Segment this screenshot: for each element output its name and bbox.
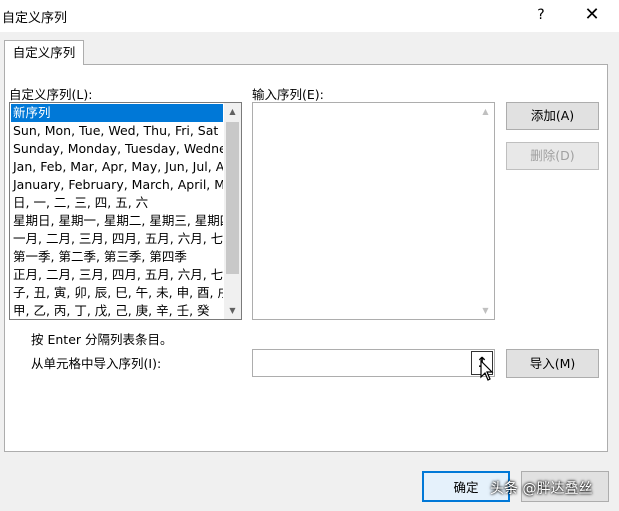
window-title: 自定义序列	[2, 11, 68, 26]
scroll-thumb[interactable]	[226, 122, 239, 274]
delete-button[interactable]: 删除(D)	[506, 142, 599, 170]
list-item[interactable]: 第一季, 第二季, 第三季, 第四季	[11, 248, 223, 266]
list-item[interactable]: 正月, 二月, 三月, 四月, 五月, 六月, 七月	[11, 266, 223, 284]
close-button[interactable]: ✕	[578, 3, 606, 27]
watermark-text: 头条 @胖达叠丝	[490, 481, 593, 497]
list-item[interactable]: January, February, March, April, May	[11, 176, 223, 194]
scroll-down-arrow-icon[interactable]: ▼	[477, 302, 494, 319]
custom-list-box[interactable]: 新序列 Sun, Mon, Tue, Wed, Thu, Fri, Sat Sund…	[9, 102, 242, 320]
scroll-down-arrow-icon[interactable]: ▼	[224, 302, 241, 319]
help-button[interactable]: ?	[530, 4, 552, 26]
list-item[interactable]: Sun, Mon, Tue, Wed, Thu, Fri, Sat	[11, 122, 223, 140]
list-item[interactable]: 一月, 二月, 三月, 四月, 五月, 六月, 七月	[11, 230, 223, 248]
import-button[interactable]: 导入(M)	[506, 349, 599, 378]
input-list-textarea[interactable]: ▲ ▼	[252, 102, 495, 320]
custom-list-label: 自定义序列(L):	[9, 87, 93, 102]
enter-hint-text: 按 Enter 分隔列表条目。	[31, 332, 173, 347]
custom-list-items: 新序列 Sun, Mon, Tue, Wed, Thu, Fri, Sat Sund…	[11, 104, 223, 319]
list-item[interactable]: Sunday, Monday, Tuesday, Wednesday	[11, 140, 223, 158]
input-list-scrollbar[interactable]: ▲ ▼	[477, 103, 494, 319]
input-list-label: 输入序列(E):	[252, 87, 324, 102]
import-range-input[interactable]: ↥	[252, 349, 495, 377]
list-item[interactable]: 星期日, 星期一, 星期二, 星期三, 星期四	[11, 212, 223, 230]
list-item[interactable]: 日, 一, 二, 三, 四, 五, 六	[11, 194, 223, 212]
scroll-up-arrow-icon[interactable]: ▲	[477, 103, 494, 120]
list-item[interactable]: 新序列	[11, 104, 223, 122]
list-item[interactable]: Jan, Feb, Mar, Apr, May, Jun, Jul, Aug	[11, 158, 223, 176]
mouse-pointer-icon	[480, 360, 494, 381]
list-item[interactable]: 子, 丑, 寅, 卯, 辰, 巳, 午, 未, 申, 酉, 戌	[11, 284, 223, 302]
title-bar: 自定义序列 ? ✕	[0, 0, 619, 32]
import-range-label: 从单元格中导入序列(I):	[31, 356, 162, 371]
tab-custom-lists[interactable]: 自定义序列	[4, 40, 84, 65]
add-button[interactable]: 添加(A)	[506, 102, 599, 130]
custom-list-scrollbar[interactable]: ▲ ▼	[224, 103, 241, 319]
scroll-up-arrow-icon[interactable]: ▲	[224, 103, 241, 120]
list-item[interactable]: 甲, 乙, 丙, 丁, 戊, 己, 庚, 辛, 壬, 癸	[11, 302, 223, 319]
